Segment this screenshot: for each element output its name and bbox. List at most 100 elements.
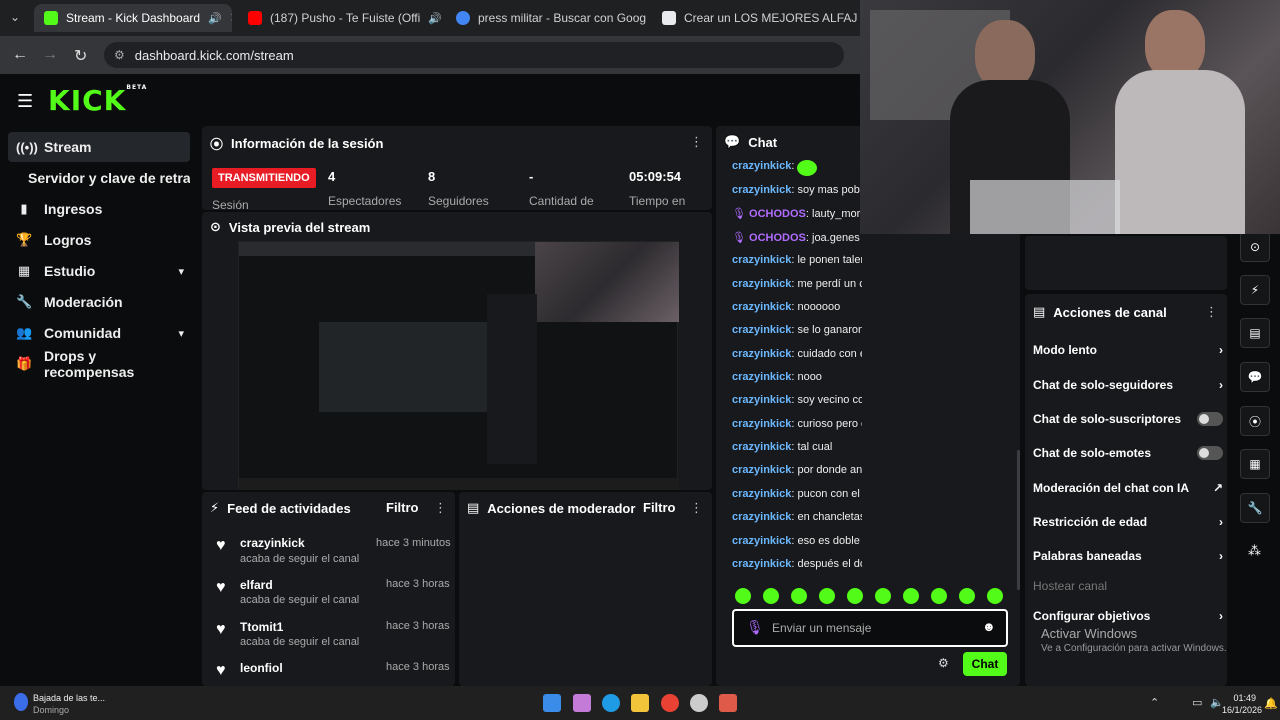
close-icon[interactable]: ✕ xyxy=(230,10,232,26)
chat-username[interactable]: crazyinkick xyxy=(732,348,791,360)
forward-icon[interactable]: → xyxy=(42,46,58,64)
layout-icon[interactable]: ▦ xyxy=(1240,449,1270,479)
log-icon[interactable]: ▤ xyxy=(1240,318,1270,348)
file-explorer-icon[interactable] xyxy=(631,694,649,712)
chat-username[interactable]: crazyinkick xyxy=(732,418,791,430)
emote-icon[interactable] xyxy=(875,588,891,604)
site-info-icon[interactable]: ⚙ xyxy=(114,48,125,62)
action-modo-lento[interactable]: Modo lento › xyxy=(1033,343,1223,357)
chat-input[interactable]: 🎙 Enviar un mensaje ☻ xyxy=(732,609,1008,647)
chat-username[interactable]: crazyinkick xyxy=(732,488,791,500)
feed-item-name[interactable]: elfard xyxy=(240,578,273,592)
more-icon[interactable]: ⋮ xyxy=(690,500,703,516)
sidebar-item-comunidad[interactable]: 👥 Comunidad ▾ xyxy=(8,318,190,348)
copilot-icon[interactable] xyxy=(573,694,591,712)
chat-username[interactable]: crazyinkick xyxy=(732,324,791,336)
sidebar-item-ingresos[interactable]: ▮ Ingresos xyxy=(8,194,190,224)
tab-search-icon[interactable]: ⌄ xyxy=(10,10,20,24)
emoji-icon[interactable]: ☻ xyxy=(982,619,996,634)
back-icon[interactable]: ← xyxy=(12,46,28,64)
network-icon[interactable]: ▭ xyxy=(1192,696,1202,709)
tab-kick-dashboard[interactable]: Stream - Kick Dashboard 🔊 ✕ xyxy=(34,4,232,32)
live-time-label: Tiempo en xyxy=(629,194,686,208)
camera-icon[interactable]: ⊙ xyxy=(1240,232,1270,262)
emote-icon[interactable] xyxy=(819,588,835,604)
emote-icon[interactable] xyxy=(735,588,751,604)
emote-icon[interactable] xyxy=(987,588,1003,604)
chat-username[interactable]: crazyinkick xyxy=(732,511,791,523)
chat-username[interactable]: crazyinkick xyxy=(732,160,791,172)
chat-bubble-icon[interactable]: 💬 xyxy=(1240,362,1270,392)
tray-chevron-icon[interactable]: ⌃ xyxy=(1150,696,1159,709)
more-icon[interactable]: ⋮ xyxy=(1205,304,1218,320)
action-configurar-objetivos[interactable]: Configurar objetivos › xyxy=(1033,609,1223,623)
chrome-icon[interactable] xyxy=(661,694,679,712)
clock-date[interactable]: 16/1/2026 xyxy=(1222,705,1262,715)
chat-username[interactable]: OCHODOS xyxy=(749,232,806,244)
action-solo-emotes[interactable]: Chat de solo-emotes xyxy=(1033,446,1223,460)
emote-icon[interactable] xyxy=(959,588,975,604)
mod-filter-button[interactable]: Filtro xyxy=(643,500,676,515)
reload-icon[interactable]: ↻ xyxy=(74,46,87,66)
sidebar-item-drops[interactable]: 🎁 Drops y recompensas xyxy=(8,348,190,380)
emote-icon[interactable] xyxy=(791,588,807,604)
emote-icon[interactable] xyxy=(847,588,863,604)
notification-icon[interactable]: 🔔 xyxy=(1264,697,1278,710)
mic-icon[interactable]: 🎙 xyxy=(746,619,764,636)
start-icon[interactable] xyxy=(543,694,561,712)
add-widget-icon[interactable]: ⁂ xyxy=(1248,543,1261,559)
chat-username[interactable]: crazyinkick xyxy=(732,371,791,383)
action-restriccion-edad[interactable]: Restricción de edad › xyxy=(1033,515,1223,529)
chat-username[interactable]: crazyinkick xyxy=(732,441,791,453)
chat-username[interactable]: crazyinkick xyxy=(732,278,791,290)
emote-icon[interactable] xyxy=(763,588,779,604)
clock-time[interactable]: 01:49 xyxy=(1228,693,1256,703)
feed-filter-button[interactable]: Filtro xyxy=(386,500,419,515)
taskbar-widget-title[interactable]: Bajada de las te... xyxy=(33,693,105,703)
chat-username[interactable]: crazyinkick xyxy=(732,558,791,570)
chat-scrollbar[interactable] xyxy=(1017,450,1020,590)
tab-doc[interactable]: Crear un LOS MEJORES ALFAJO ✕ xyxy=(652,4,858,32)
app-icon[interactable] xyxy=(719,694,737,712)
action-palabras-baneadas[interactable]: Palabras baneadas › xyxy=(1033,549,1223,563)
sidebar-item-moderacion[interactable]: 🔧 Moderación xyxy=(8,287,190,317)
edge-icon[interactable] xyxy=(602,694,620,712)
chat-username[interactable]: crazyinkick xyxy=(732,301,791,313)
chat-username[interactable]: crazyinkick xyxy=(732,464,791,476)
stream-preview-video[interactable] xyxy=(238,241,679,490)
action-moderacion-ia[interactable]: Moderación del chat con IA ↗ xyxy=(1033,481,1223,495)
chat-username[interactable]: crazyinkick xyxy=(732,394,791,406)
wrench-icon[interactable]: 🔧 xyxy=(1240,493,1270,523)
empty-panel xyxy=(1025,236,1227,290)
channel-actions-header: ▤ Acciones de canal xyxy=(1033,304,1167,320)
kick-logo[interactable]: KICKBETA xyxy=(48,84,147,117)
toggle-switch[interactable] xyxy=(1197,412,1223,426)
sidebar-item-server-key[interactable]: Servidor y clave de retransm xyxy=(8,163,190,193)
feed-item-name[interactable]: leonfiol xyxy=(240,661,283,675)
chat-username[interactable]: crazyinkick xyxy=(732,535,791,547)
tab-youtube[interactable]: (187) Pusho - Te Fuiste (Offi 🔊 ✕ xyxy=(238,4,442,32)
more-icon[interactable]: ⋮ xyxy=(690,134,703,150)
menu-icon[interactable]: ☰ xyxy=(17,91,33,112)
bolt-icon[interactable]: ⚡ xyxy=(1240,275,1270,305)
sidebar-item-stream[interactable]: ((•)) Stream xyxy=(8,132,190,162)
chat-username[interactable]: crazyinkick xyxy=(732,184,791,196)
emote-icon[interactable] xyxy=(931,588,947,604)
sidebar-item-logros[interactable]: 🏆 Logros xyxy=(8,225,190,255)
tab-google[interactable]: press militar - Buscar con Goog ✕ xyxy=(446,4,646,32)
feed-item-name[interactable]: Ttomit1 xyxy=(240,620,283,634)
obs-icon[interactable] xyxy=(690,694,708,712)
emote-icon[interactable] xyxy=(903,588,919,604)
chat-username[interactable]: OCHODOS xyxy=(749,208,806,220)
more-icon[interactable]: ⋮ xyxy=(434,500,447,516)
toggle-switch[interactable] xyxy=(1197,446,1223,460)
action-solo-seguidores[interactable]: Chat de solo-seguidores › xyxy=(1033,378,1223,392)
sidebar-item-estudio[interactable]: ▦ Estudio ▾ xyxy=(8,256,190,286)
action-solo-suscriptores[interactable]: Chat de solo-suscriptores xyxy=(1033,412,1223,426)
chat-username[interactable]: crazyinkick xyxy=(732,254,791,266)
settings-icon[interactable]: ⚙ xyxy=(938,656,949,670)
chat-send-button[interactable]: Chat xyxy=(963,652,1007,676)
feed-item-name[interactable]: crazyinkick xyxy=(240,536,305,550)
url-field[interactable]: ⚙ dashboard.kick.com/stream xyxy=(104,42,844,68)
broadcast-icon[interactable]: ⦿ xyxy=(1240,406,1270,436)
